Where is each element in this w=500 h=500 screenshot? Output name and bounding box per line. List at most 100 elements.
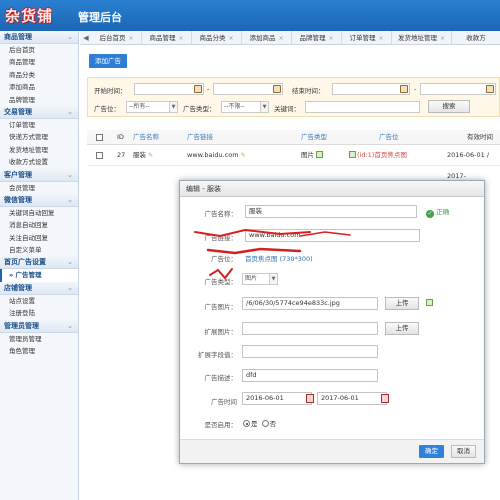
upload-ext-image-button[interactable]: 上传 xyxy=(385,322,419,335)
row-checkbox[interactable] xyxy=(96,152,103,159)
start-date-input[interactable]: 2016-06-01 xyxy=(242,392,312,405)
sidebar-item-follow-reply[interactable]: 关注自动回复 xyxy=(0,232,78,244)
end-date-from-input[interactable] xyxy=(332,83,410,95)
tab-home[interactable]: 后台首页 × xyxy=(92,31,142,45)
col-id[interactable]: ID xyxy=(117,130,124,145)
sidebar-item-payment[interactable]: 收款方式设置 xyxy=(0,156,78,168)
tab-payment[interactable]: 收款方 xyxy=(452,31,500,45)
sidebar-section-trade[interactable]: 交易管理 ⌄ xyxy=(0,105,78,119)
ad-name-input[interactable]: 服装 xyxy=(245,205,417,218)
sidebar-section-home-ads[interactable]: 首页广告设置 ⌄ xyxy=(0,256,78,270)
section-title: 交易管理 xyxy=(4,107,32,116)
tab-address[interactable]: 发货地址管理 × xyxy=(392,31,452,45)
enable-yes-radio[interactable] xyxy=(243,420,250,427)
image-preview-icon[interactable] xyxy=(426,299,433,306)
keyword-label: 关键词： xyxy=(274,105,300,113)
position-select[interactable]: --所有-- ▼ xyxy=(126,101,178,113)
sidebar-item-orders[interactable]: 订单管理 xyxy=(0,119,78,131)
sidebar-item-goods[interactable]: 商品管理 xyxy=(0,56,78,68)
ext-image-label: 扩展图片： xyxy=(204,328,238,336)
cell-position: (id:1)首页焦点图 xyxy=(349,145,407,166)
sidebar-section-admin[interactable]: 管理员管理 ⌄ xyxy=(0,319,78,333)
ext-image-input[interactable] xyxy=(242,322,378,335)
close-icon[interactable]: × xyxy=(328,35,333,42)
sidebar-item-keyword-reply[interactable]: 关键词自动回复 xyxy=(0,207,78,219)
close-icon[interactable]: × xyxy=(440,35,445,42)
tab-brand[interactable]: 品牌管理 × xyxy=(292,31,342,45)
cancel-button[interactable]: 取消 xyxy=(451,445,476,458)
sidebar-item-brand[interactable]: 品牌管理 xyxy=(0,94,78,106)
close-icon[interactable]: × xyxy=(228,35,233,42)
type-select[interactable]: --不限-- ▼ xyxy=(221,101,269,113)
image-icon xyxy=(349,151,356,158)
sidebar-item-home[interactable]: 后台首页 xyxy=(0,44,78,56)
calendar-icon[interactable] xyxy=(306,394,314,403)
close-icon[interactable]: × xyxy=(178,35,183,42)
end-date-input[interactable]: 2017-06-01 xyxy=(317,392,387,405)
sidebar-item-message-reply[interactable]: 消息自动回复 xyxy=(0,219,78,231)
col-position[interactable]: 广告位 xyxy=(379,130,399,145)
col-link[interactable]: 广告链接 xyxy=(187,130,213,145)
tab-scroll-left-icon[interactable]: ◀ xyxy=(80,31,92,45)
sidebar-item-shipping[interactable]: 快递方式管理 xyxy=(0,131,78,143)
section-title: 管理员管理 xyxy=(4,321,39,330)
cell-position-text: (id:1)首页焦点图 xyxy=(357,151,407,159)
top-header: 杂货铺 管理后台 xyxy=(0,0,500,31)
tab-orders[interactable]: 订单管理 × xyxy=(342,31,392,45)
table-header: ID 广告名称 广告链接 广告类型 广告位 有效时间 xyxy=(87,130,500,145)
ad-desc-input[interactable]: dfd xyxy=(242,369,378,382)
close-icon[interactable]: × xyxy=(378,35,383,42)
start-date-to-input[interactable] xyxy=(213,83,283,95)
sidebar-item-category[interactable]: 商品分类 xyxy=(0,69,78,81)
sidebar-section-customer[interactable]: 客户管理 ⌄ xyxy=(0,168,78,182)
cell-name[interactable]: 服装 ✎ xyxy=(133,145,153,166)
col-type[interactable]: 广告类型 xyxy=(301,130,327,145)
confirm-button[interactable]: 确定 xyxy=(419,445,444,458)
sidebar-item-address[interactable]: 发货地址管理 xyxy=(0,144,78,156)
sidebar-item-admins[interactable]: 管理员管理 xyxy=(0,333,78,345)
tab-add-goods[interactable]: 添加商品 × xyxy=(242,31,292,45)
cell-type-text: 图片 xyxy=(301,151,314,159)
ad-image-input[interactable]: /6/06/30/5774ce94e833c.jpg xyxy=(242,297,378,310)
sidebar-item-register-login[interactable]: 注册登陆 xyxy=(0,307,78,319)
close-icon[interactable]: × xyxy=(128,35,133,42)
sidebar-item-custom-menu[interactable]: 自定义菜单 xyxy=(0,244,78,256)
cell-link[interactable]: www.baidu.com ✎ xyxy=(187,145,246,166)
calendar-icon[interactable] xyxy=(194,85,202,93)
image-icon[interactable] xyxy=(316,151,324,158)
search-button[interactable]: 搜索 xyxy=(428,100,470,113)
pencil-icon[interactable]: ✎ xyxy=(241,152,246,159)
tab-label: 发货地址管理 xyxy=(397,34,437,42)
cell-name-text: 服装 xyxy=(133,151,146,159)
calendar-icon[interactable] xyxy=(273,85,281,93)
tab-goods[interactable]: 商品管理 × xyxy=(142,31,192,45)
sidebar-section-shop[interactable]: 店铺管理 ⌄ xyxy=(0,281,78,295)
calendar-icon[interactable] xyxy=(486,85,494,93)
add-ad-button[interactable]: 添加广告 xyxy=(89,54,127,68)
sidebar-section-goods[interactable]: 商品管理 ⌄ xyxy=(0,31,78,44)
sidebar-item-members[interactable]: 会员管理 xyxy=(0,182,78,194)
sidebar-section-wechat[interactable]: 微信管理 ⌄ xyxy=(0,193,78,207)
select-all-checkbox[interactable] xyxy=(96,134,103,141)
end-date-to-input[interactable] xyxy=(420,83,496,95)
tab-label: 添加商品 xyxy=(249,34,276,42)
dialog-title[interactable]: 编辑 - 服装 xyxy=(180,181,484,197)
keyword-input[interactable] xyxy=(305,101,420,113)
sidebar-item-roles[interactable]: 角色管理 xyxy=(0,345,78,357)
start-date-from-input[interactable] xyxy=(134,83,204,95)
enable-no-radio[interactable] xyxy=(261,420,269,427)
calendar-icon[interactable] xyxy=(381,394,389,403)
calendar-icon[interactable] xyxy=(400,85,408,93)
close-icon[interactable]: × xyxy=(278,35,283,42)
site-logo[interactable]: 杂货铺 xyxy=(5,5,53,26)
sidebar-item-add-goods[interactable]: 添加商品 xyxy=(0,81,78,93)
cell-time: 2016-06-01 / 2017- xyxy=(447,151,490,180)
ext-field-input[interactable] xyxy=(242,345,378,358)
sidebar-item-ad-management[interactable]: » 广告管理 xyxy=(0,269,78,282)
sidebar-item-site-settings[interactable]: 站点设置 xyxy=(0,295,78,307)
pencil-icon[interactable]: ✎ xyxy=(148,152,153,159)
table-row[interactable]: 27 服装 ✎ www.baidu.com ✎ 图片 (id:1)首页焦点图 2… xyxy=(87,145,500,180)
col-name[interactable]: 广告名称 xyxy=(133,130,159,145)
tab-category[interactable]: 商品分类 × xyxy=(192,31,242,45)
upload-image-button[interactable]: 上传 xyxy=(385,297,419,310)
